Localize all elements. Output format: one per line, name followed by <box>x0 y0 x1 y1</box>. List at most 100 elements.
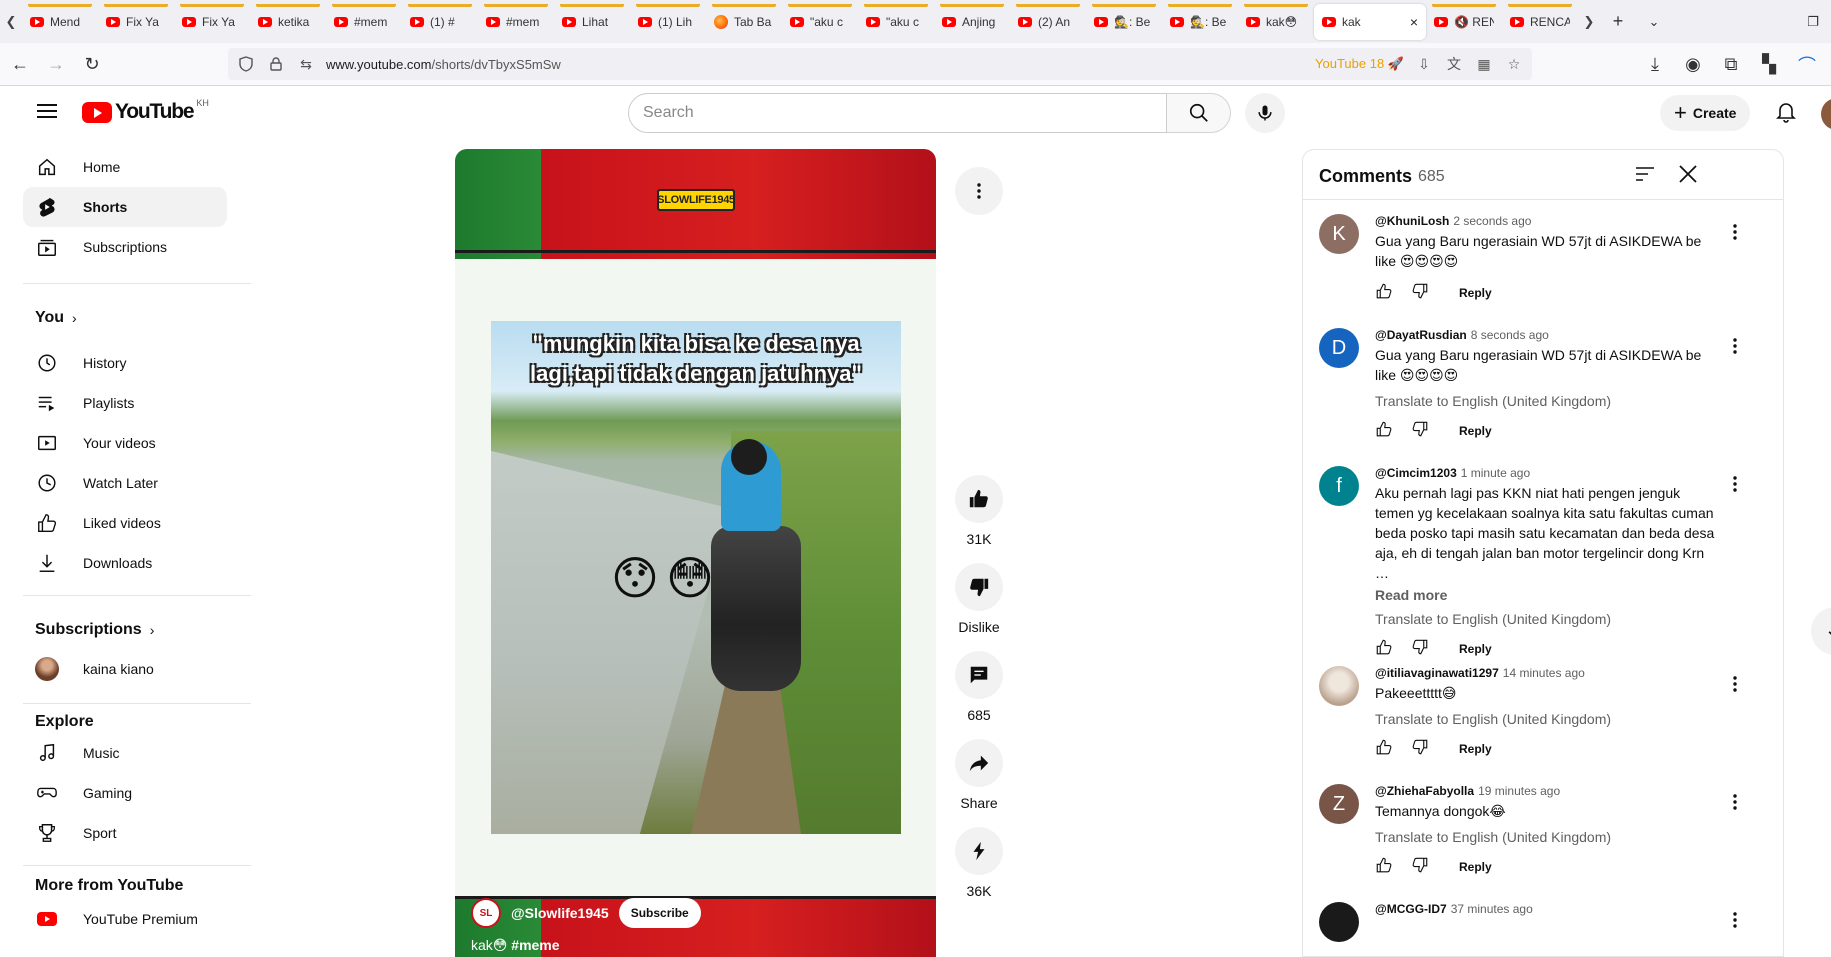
tab-close-icon[interactable]: × <box>1410 14 1418 30</box>
search-input[interactable]: Search <box>628 93 1167 133</box>
browser-tab[interactable]: 🔇 RENCA <box>1426 3 1502 40</box>
tab-scroll-left-icon[interactable]: ❮ <box>0 0 22 43</box>
channel-avatar[interactable]: SL <box>471 898 501 928</box>
sidebar-item-playlists[interactable]: Playlists <box>23 383 227 423</box>
comment-avatar[interactable]: Z <box>1319 784 1359 824</box>
window-restore-icon[interactable]: ❐ <box>1795 4 1831 40</box>
comment-time[interactable]: 2 seconds ago <box>1453 214 1531 228</box>
address-bar[interactable]: ⇆ www.youtube.com/shorts/dvTbyxS5mSw You… <box>228 48 1532 80</box>
lock-icon[interactable] <box>266 54 286 74</box>
sidebar-item-home[interactable]: Home <box>23 147 227 187</box>
reply-button[interactable]: Reply <box>1459 742 1492 756</box>
browser-tab[interactable]: ketika <box>250 3 326 40</box>
sort-comments-icon[interactable] <box>1633 162 1659 188</box>
close-icon[interactable] <box>1676 162 1702 188</box>
sidebar-you-heading[interactable]: You › <box>35 309 77 327</box>
comment-author[interactable]: @MCGG-ID7 <box>1375 902 1447 916</box>
comment-like-icon[interactable] <box>1375 856 1393 879</box>
browser-tab[interactable]: Lihat <box>554 3 630 40</box>
vpn-icon[interactable]: ⌒ <box>1789 47 1825 83</box>
sidebar-subscriptions-heading[interactable]: Subscriptions › <box>35 621 154 639</box>
sidebar-item-downloads[interactable]: Downloads <box>23 543 227 583</box>
comment-like-icon[interactable] <box>1375 420 1393 443</box>
browser-tab[interactable]: (1) Lih <box>630 3 706 40</box>
comments-button[interactable] <box>955 651 1003 699</box>
comment-more-icon[interactable] <box>1723 908 1747 932</box>
extensions-icon[interactable]: ⧉ <box>1713 47 1749 83</box>
more-actions-button[interactable] <box>955 167 1003 215</box>
forward-icon[interactable]: → <box>38 46 74 82</box>
comment-more-icon[interactable] <box>1723 790 1747 814</box>
share-button[interactable] <box>955 739 1003 787</box>
browser-tab[interactable]: Tab Ba <box>706 3 782 40</box>
download-video-icon[interactable]: ⇩ <box>1414 54 1434 74</box>
youtube-logo[interactable]: YouTube KH <box>82 98 209 124</box>
comment-more-icon[interactable] <box>1723 672 1747 696</box>
browser-tab[interactable]: (2) An <box>1010 3 1086 40</box>
comment-like-icon[interactable] <box>1375 282 1393 305</box>
comment-dislike-icon[interactable] <box>1411 638 1429 661</box>
browser-tab[interactable]: kak😳 <box>1238 3 1314 40</box>
reply-button[interactable]: Reply <box>1459 286 1492 300</box>
comment-author[interactable]: @itiliavaginawati1297 <box>1375 666 1499 680</box>
comment-time[interactable]: 1 minute ago <box>1461 466 1530 480</box>
translate-icon[interactable]: 文 <box>1444 54 1464 74</box>
translate-link[interactable]: Translate to English (United Kingdom) <box>1375 711 1715 727</box>
sidebar-item-history[interactable]: History <box>23 343 227 383</box>
reload-icon[interactable]: ↻ <box>74 46 110 82</box>
comment-more-icon[interactable] <box>1723 220 1747 244</box>
browser-tab[interactable]: #mem <box>478 3 554 40</box>
browser-tab[interactable]: 🕵: Be <box>1086 3 1162 40</box>
new-tab-icon[interactable]: + <box>1600 4 1636 40</box>
comment-time[interactable]: 14 minutes ago <box>1503 666 1585 680</box>
sidebar-item-subscriptions[interactable]: Subscriptions <box>23 227 227 267</box>
notifications-bell-icon[interactable] <box>1774 99 1800 125</box>
reply-button[interactable]: Reply <box>1459 642 1492 656</box>
comment-avatar[interactable]: D <box>1319 328 1359 368</box>
reply-button[interactable]: Reply <box>1459 860 1492 874</box>
like-button[interactable] <box>955 475 1003 523</box>
comment-time[interactable]: 8 seconds ago <box>1471 328 1549 342</box>
browser-tab[interactable]: 🕵: Be <box>1162 3 1238 40</box>
sidebar-item-shorts[interactable]: Shorts <box>23 187 227 227</box>
comment-author[interactable]: @DayatRusdian <box>1375 328 1467 342</box>
subscribe-button[interactable]: Subscribe <box>618 898 701 928</box>
dislike-button[interactable] <box>955 563 1003 611</box>
comment-author[interactable]: @ZhiehaFabyolla <box>1375 784 1474 798</box>
permissions-icon[interactable]: ⇆ <box>296 54 316 74</box>
comment-like-icon[interactable] <box>1375 638 1393 661</box>
sidebar-item-music[interactable]: Music <box>23 733 227 773</box>
browser-tab[interactable]: (1) # <box>402 3 478 40</box>
comment-avatar[interactable] <box>1319 666 1359 706</box>
sidebar-item-youtube-premium[interactable]: YouTube Premium <box>23 899 227 939</box>
channel-name[interactable]: @Slowlife1945 <box>511 905 609 921</box>
youtube-extension-badge[interactable]: YouTube 18 🚀 <box>1315 56 1404 72</box>
remix-button[interactable] <box>955 827 1003 875</box>
shield-icon[interactable] <box>236 54 256 74</box>
account-icon[interactable]: ◉ <box>1675 47 1711 83</box>
browser-tab[interactable]: #mem <box>326 3 402 40</box>
shorts-video-player[interactable]: SLOWLIFE1945 "mungkin kita bisa ke desa … <box>455 149 936 957</box>
url-text[interactable]: www.youtube.com/shorts/dvTbyxS5mSw <box>326 57 1305 72</box>
browser-tab[interactable]: Fix Ya <box>98 3 174 40</box>
grid-extension-icon[interactable]: ▦ <box>1474 54 1494 74</box>
sidebar-item-sport[interactable]: Sport <box>23 813 227 853</box>
comment-like-icon[interactable] <box>1375 738 1393 761</box>
comment-avatar[interactable] <box>1319 902 1359 942</box>
next-short-button[interactable] <box>1811 607 1831 655</box>
comment-author[interactable]: @KhuniLosh <box>1375 214 1449 228</box>
sidebar-item-gaming[interactable]: Gaming <box>23 773 227 813</box>
comment-time[interactable]: 19 minutes ago <box>1478 784 1560 798</box>
back-icon[interactable]: ← <box>2 46 38 82</box>
browser-tab[interactable]: Anjing <box>934 3 1010 40</box>
sidebar-item-your-videos[interactable]: Your videos <box>23 423 227 463</box>
tab-scroll-right-icon[interactable]: ❯ <box>1578 0 1600 43</box>
comment-time[interactable]: 37 minutes ago <box>1451 902 1533 916</box>
comment-dislike-icon[interactable] <box>1411 856 1429 879</box>
translate-link[interactable]: Translate to English (United Kingdom) <box>1375 611 1715 627</box>
voice-search-button[interactable] <box>1245 93 1285 133</box>
comment-dislike-icon[interactable] <box>1411 282 1429 305</box>
downloads-toolbar-icon[interactable]: ⤓ <box>1637 47 1673 83</box>
browser-tab[interactable]: "aku c <box>858 3 934 40</box>
sidebar-subscription-kaina-kiano[interactable]: kaina kiano <box>23 649 227 689</box>
